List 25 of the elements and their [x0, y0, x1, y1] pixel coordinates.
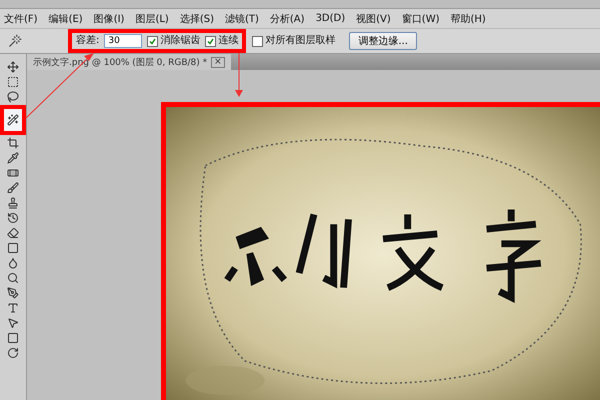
menu-item[interactable]: 视图(V) — [356, 12, 391, 26]
tolerance-label: 容差: — [76, 35, 100, 47]
arrow — [235, 52, 243, 97]
menu-item[interactable]: 图层(L) — [135, 12, 169, 26]
arrow — [26, 53, 94, 118]
menu-item[interactable]: 滤镜(T) — [224, 12, 259, 26]
menu-item[interactable]: 选择(S) — [180, 12, 214, 26]
checkbox-label[interactable]: 消除锯齿 — [160, 35, 200, 47]
close-button[interactable]: × — [211, 56, 225, 68]
menu-item[interactable]: 图像(I) — [94, 12, 124, 26]
magic-wand-icon[interactable] — [8, 34, 22, 48]
checkbox-label[interactable]: 对所有图层取样 — [265, 35, 336, 47]
checkbox[interactable] — [147, 36, 158, 46]
checkbox-label[interactable]: 连续 — [218, 35, 238, 47]
checkbox[interactable] — [252, 36, 264, 46]
menu-item[interactable]: 3D(D) — [316, 13, 346, 24]
menu-item[interactable]: 分析(A) — [270, 12, 305, 26]
wand-tool-icon[interactable] — [0, 105, 26, 135]
menu-item[interactable]: 帮助(H) — [450, 12, 486, 26]
menu-item[interactable]: 窗口(W) — [402, 12, 440, 26]
refine-edge-button[interactable]: 调整边缘... — [349, 32, 417, 50]
menu-item[interactable]: 文件(F) — [4, 12, 38, 26]
menu-item[interactable]: 编辑(E) — [48, 12, 83, 26]
tolerance-field[interactable]: 30 — [104, 34, 142, 48]
checkbox[interactable] — [205, 36, 216, 46]
